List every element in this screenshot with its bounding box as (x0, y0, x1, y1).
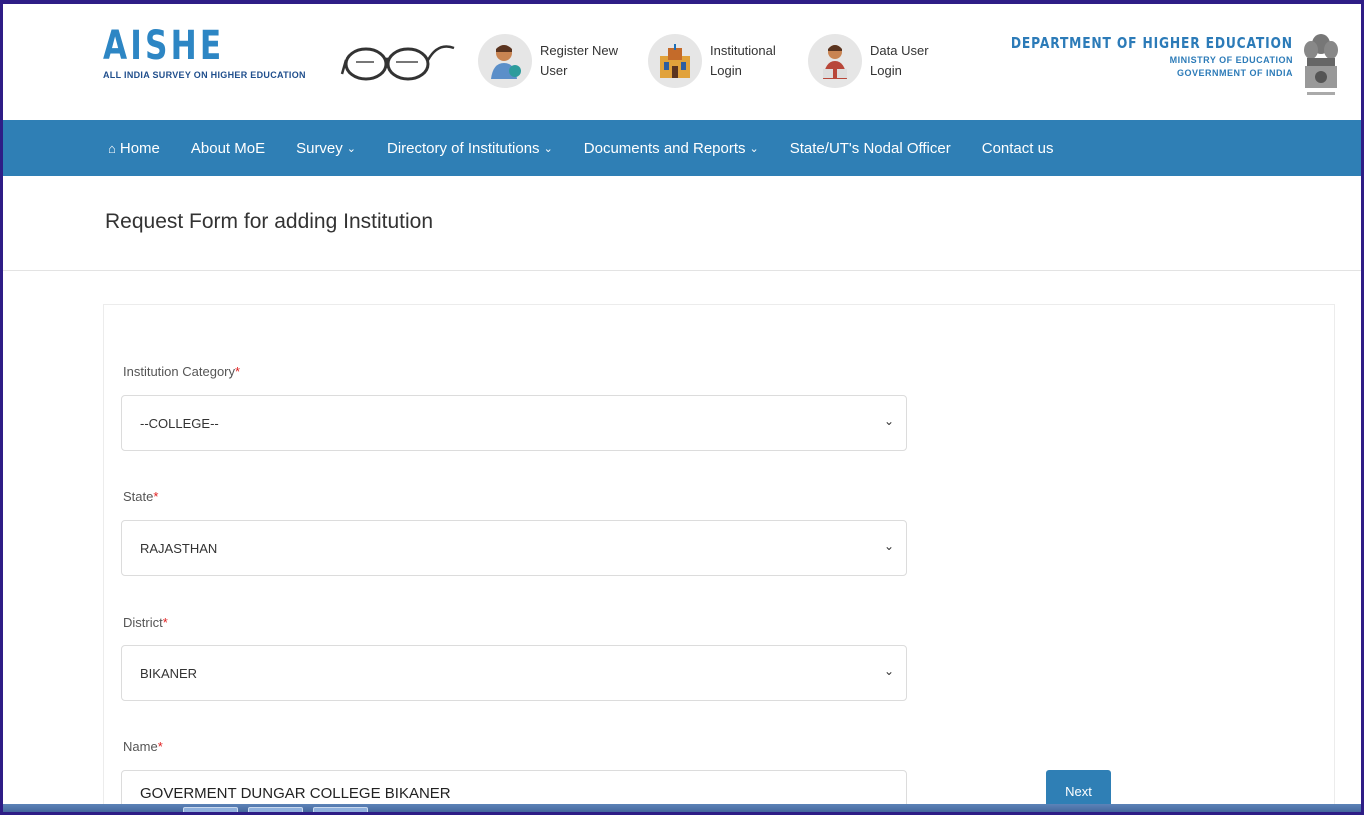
nav-contact-label: Contact us (981, 139, 1054, 157)
district-label: District* (123, 615, 168, 630)
divider (3, 270, 1361, 271)
nav-contact[interactable]: Contact us (982, 140, 1054, 157)
required-mark: * (235, 364, 241, 379)
nav-home-label: Home (119, 139, 160, 157)
main-nav: ⌂ Home About MoE Survey ⌄ Directory of I… (3, 120, 1361, 176)
chevron-down-icon: ⌄ (883, 664, 894, 678)
nav-about-label: About MoE (190, 139, 266, 157)
logo-subtitle: ALL INDIA SURVEY ON HIGHER EDUCATION (103, 70, 306, 80)
institution-category-label: Institution Category* (123, 364, 240, 379)
taskbar-app-button[interactable] (248, 807, 303, 812)
browser-frame: AISHE ALL INDIA SURVEY ON HIGHER EDUCATI… (0, 0, 1364, 815)
institution-building-icon (648, 34, 702, 88)
required-mark: * (157, 739, 163, 754)
institutional-link-label-1: Institutional (710, 43, 776, 58)
required-mark: * (153, 489, 159, 504)
district-select[interactable]: BIKANER ⌄ (121, 645, 907, 701)
taskbar-app-button[interactable] (183, 807, 238, 812)
state-label: State* (123, 489, 158, 504)
national-emblem-icon (1304, 34, 1338, 95)
district-label-text: District (123, 615, 163, 630)
name-label-text: Name (123, 739, 158, 754)
nav-survey-label: Survey (296, 139, 343, 157)
ministry-name: MINISTRY OF EDUCATION (1169, 55, 1293, 65)
institutional-login-link[interactable]: Institutional Login (648, 34, 805, 88)
nav-nodal-officer[interactable]: State/UT's Nodal Officer (790, 140, 951, 157)
institution-category-select[interactable]: --COLLEGE-- ⌄ (121, 395, 907, 451)
swachh-bharat-glasses-icon (340, 45, 455, 81)
nav-survey[interactable]: Survey ⌄ (296, 140, 356, 157)
aishe-logo[interactable]: AISHE ALL INDIA SURVEY ON HIGHER EDUCATI… (103, 26, 306, 80)
chevron-down-icon: ⌄ (749, 142, 759, 155)
nav-directory[interactable]: Directory of Institutions ⌄ (387, 140, 553, 157)
name-label: Name* (123, 739, 163, 754)
department-name: DEPARTMENT OF HIGHER EDUCATION (1010, 34, 1293, 52)
district-value: BIKANER (140, 665, 198, 681)
chevron-down-icon: ⌄ (543, 142, 553, 155)
chevron-down-icon: ⌄ (883, 414, 894, 428)
state-label-text: State (123, 489, 154, 504)
nav-documents[interactable]: Documents and Reports ⌄ (584, 140, 759, 157)
category-label-text: Institution Category (123, 364, 236, 379)
name-value: GOVERMENT DUNGAR COLLEGE BIKANER (140, 784, 451, 802)
category-value: --COLLEGE-- (140, 415, 219, 431)
data-user-login-link[interactable]: Data User Login (808, 34, 965, 88)
nav-documents-label: Documents and Reports (583, 139, 746, 157)
taskbar-app-button[interactable] (313, 807, 368, 812)
data-user-icon (808, 34, 862, 88)
required-mark: * (162, 615, 168, 630)
nav-about-moe[interactable]: About MoE (191, 140, 265, 157)
government-name: GOVERNMENT OF INDIA (1176, 68, 1293, 78)
nav-directory-label: Directory of Institutions (387, 139, 540, 157)
chevron-down-icon: ⌄ (883, 539, 894, 553)
nav-home[interactable]: ⌂ Home (108, 140, 160, 157)
institutional-link-label-2: Login (710, 63, 742, 78)
state-value: RAJASTHAN (140, 540, 218, 556)
site-header: AISHE ALL INDIA SURVEY ON HIGHER EDUCATI… (3, 4, 1361, 120)
home-icon: ⌂ (108, 140, 116, 156)
chevron-down-icon: ⌄ (346, 142, 356, 155)
department-block: DEPARTMENT OF HIGHER EDUCATION MINISTRY … (949, 34, 1293, 78)
page-title: Request Form for adding Institution (105, 210, 434, 233)
logo-title: AISHE (103, 23, 225, 69)
register-link-label-1: Register New (540, 43, 619, 58)
register-new-user-link[interactable]: Register New User (478, 34, 635, 88)
state-select[interactable]: RAJASTHAN ⌄ (121, 520, 907, 576)
register-user-icon (478, 34, 532, 88)
register-link-label-2: User (540, 63, 568, 78)
nav-nodal-label: State/UT's Nodal Officer (789, 139, 951, 157)
